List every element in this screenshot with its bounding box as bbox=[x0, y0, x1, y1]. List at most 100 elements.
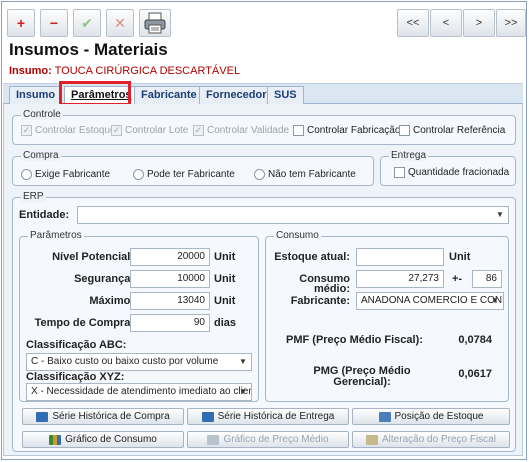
grafico-preco-medio-button[interactable]: Gráfico de Preço Médio bbox=[187, 431, 349, 448]
exige-fabricante-label: Exige Fabricante bbox=[35, 169, 111, 180]
add-button[interactable]: + bbox=[7, 9, 35, 37]
previous-record-button[interactable]: < bbox=[430, 9, 462, 37]
controlar-estoque-label: Controlar Estoque bbox=[35, 125, 116, 136]
insumo-info: Insumo: TOUCA CIRÚRGICA DESCARTÁVEL bbox=[9, 65, 240, 77]
erp-legend: ERP bbox=[21, 191, 46, 202]
posicao-estoque-button[interactable]: Posição de Estoque bbox=[352, 408, 510, 425]
chevron-down-icon: ▼ bbox=[239, 357, 247, 366]
next-icon: > bbox=[475, 17, 483, 29]
consumo-group: Consumo Estoque atual: Unit Consumo médi… bbox=[265, 230, 509, 402]
tab-sus[interactable]: SUS bbox=[267, 86, 304, 104]
maximo-unit: Unit bbox=[214, 295, 236, 307]
cancel-button[interactable]: ✕ bbox=[106, 9, 134, 37]
quantidade-fracionada-label: Quantidade fracionada bbox=[408, 167, 510, 178]
pode-ter-fabricante-label: Pode ter Fabricante bbox=[147, 169, 235, 180]
confirm-button[interactable]: ✔ bbox=[73, 9, 101, 37]
entrega-legend: Entrega bbox=[389, 150, 429, 161]
last-record-button[interactable]: >> bbox=[496, 9, 526, 37]
insumo-value: TOUCA CIRÚRGICA DESCARTÁVEL bbox=[54, 65, 241, 77]
estoque-atual-unit: Unit bbox=[449, 251, 471, 263]
classificacao-abc-value: C - Baixo custo ou baixo custo por volum… bbox=[31, 356, 219, 367]
check-icon: ✔ bbox=[81, 14, 93, 31]
print-button[interactable] bbox=[139, 9, 171, 37]
consumo-desvio-field[interactable]: 86 bbox=[472, 270, 502, 288]
entrega-group: Entrega Quantidade fracionada bbox=[380, 150, 516, 186]
maximo-label: Máximo: bbox=[89, 295, 134, 307]
alteracao-preco-fiscal-label: Alteração do Preço Fiscal bbox=[382, 434, 496, 445]
pode-ter-fabricante-radio[interactable]: Pode ter Fabricante bbox=[133, 169, 235, 180]
pmf-label: PMF (Preço Médio Fiscal): bbox=[286, 334, 423, 346]
classificacao-abc-label: Classificação ABC: bbox=[26, 339, 127, 351]
alteracao-preco-fiscal-button[interactable]: Alteração do Preço Fiscal bbox=[352, 431, 510, 448]
checkbox-checked-icon: ✓ bbox=[193, 125, 204, 136]
plus-icon: + bbox=[16, 15, 26, 31]
page-title: Insumos - Materiais bbox=[9, 40, 168, 59]
minus-icon: − bbox=[49, 15, 59, 31]
checkbox-icon bbox=[399, 125, 410, 136]
classificacao-abc-select[interactable]: C - Baixo custo ou baixo custo por volum… bbox=[26, 353, 252, 371]
serie-historica-compra-label: Série Histórica de Compra bbox=[52, 411, 170, 422]
tab-fornecedor[interactable]: Fornecedor bbox=[199, 86, 274, 104]
tab-parametros[interactable]: Parâmetros bbox=[64, 86, 139, 106]
controlar-fabricacao-checkbox[interactable]: Controlar Fabricação bbox=[293, 125, 400, 136]
close-icon: ✕ bbox=[114, 14, 126, 31]
entidade-select[interactable]: ▼ bbox=[77, 206, 509, 224]
radio-icon bbox=[133, 169, 144, 180]
nivel-potencial-unit: Unit bbox=[214, 251, 236, 263]
estoque-atual-field[interactable] bbox=[356, 248, 444, 266]
controlar-referencia-checkbox[interactable]: Controlar Referência bbox=[399, 125, 505, 136]
controlar-estoque-checkbox[interactable]: ✓ Controlar Estoque bbox=[21, 125, 116, 136]
compra-group: Compra Exige Fabricante Pode ter Fabrica… bbox=[12, 150, 374, 186]
tempo-compra-label: Tempo de Compra: bbox=[34, 317, 134, 329]
maximo-field[interactable]: 13040 bbox=[130, 292, 210, 310]
tempo-compra-field[interactable]: 90 bbox=[130, 314, 210, 332]
first-record-button[interactable]: << bbox=[397, 9, 429, 37]
serie-historica-entrega-button[interactable]: Série Histórica de Entrega bbox=[187, 408, 349, 425]
classificacao-xyz-select[interactable]: X - Necessidade de atendimento imediato … bbox=[26, 383, 252, 401]
chevron-down-icon: ▼ bbox=[496, 210, 504, 219]
tab-fabricante[interactable]: Fabricante bbox=[134, 86, 204, 104]
seguranca-field[interactable]: 10000 bbox=[130, 270, 210, 288]
insumo-label: Insumo: bbox=[9, 65, 52, 77]
tab-content: Controle ✓ Controlar Estoque ✓ Controlar L… bbox=[3, 104, 523, 456]
controlar-lote-label: Controlar Lote bbox=[125, 125, 189, 136]
serie-historica-compra-button[interactable]: Série Histórica de Compra bbox=[22, 408, 184, 425]
erp-group: ERP Entidade: ▼ Parâmetros Nível Potenci… bbox=[12, 191, 516, 452]
tab-bar: Insumo Parâmetros Fabricante Fornecedor … bbox=[3, 83, 523, 106]
next-record-button[interactable]: > bbox=[463, 9, 495, 37]
printer-icon bbox=[201, 411, 214, 422]
consumo-legend: Consumo bbox=[274, 230, 321, 241]
classificacao-xyz-label: Classificação XYZ: bbox=[26, 371, 125, 383]
classificacao-xyz-value: X - Necessidade de atendimento imediato … bbox=[31, 386, 252, 397]
controlar-validade-label: Controlar Validade bbox=[207, 125, 290, 136]
nivel-potencial-field[interactable]: 20000 bbox=[130, 248, 210, 266]
remove-button[interactable]: − bbox=[40, 9, 68, 37]
controlar-validade-checkbox[interactable]: ✓ Controlar Validade bbox=[193, 125, 289, 136]
tab-insumo[interactable]: Insumo bbox=[9, 86, 63, 104]
compra-legend: Compra bbox=[21, 150, 61, 161]
quantidade-fracionada-checkbox[interactable]: Quantidade fracionada bbox=[394, 167, 509, 178]
pmg-label-line2: Gerencial): bbox=[333, 376, 391, 388]
consumo-medio-label-line2: médio: bbox=[313, 283, 350, 295]
grafico-consumo-label: Gráfico de Consumo bbox=[65, 434, 157, 445]
tempo-compra-unit: dias bbox=[214, 317, 237, 329]
printer-icon bbox=[36, 411, 49, 422]
parametros-group: Parâmetros Nível Potencial: 20000 Unit S… bbox=[19, 230, 259, 402]
seguranca-label: Segurança: bbox=[74, 273, 134, 285]
last-icon: >> bbox=[504, 17, 518, 29]
grafico-consumo-button[interactable]: Gráfico de Consumo bbox=[22, 431, 184, 448]
radio-icon bbox=[21, 169, 32, 180]
pmf-value: 0,0784 bbox=[458, 334, 492, 346]
exige-fabricante-radio[interactable]: Exige Fabricante bbox=[21, 169, 110, 180]
controlar-lote-checkbox[interactable]: ✓ Controlar Lote bbox=[111, 125, 188, 136]
edit-icon bbox=[366, 434, 379, 445]
nao-tem-fabricante-radio[interactable]: Não tem Fabricante bbox=[254, 169, 356, 180]
parametros-legend: Parâmetros bbox=[28, 230, 84, 241]
printer-icon bbox=[144, 12, 166, 34]
entidade-label: Entidade: bbox=[19, 209, 70, 221]
fabricante-label: Fabricante: bbox=[290, 295, 350, 307]
chart-icon bbox=[207, 434, 220, 445]
fabricante-select[interactable]: ANADONA COMERCIO E CONFEC ▼ bbox=[356, 292, 504, 310]
controle-group: Controle ✓ Controlar Estoque ✓ Controlar L… bbox=[12, 109, 516, 145]
consumo-medio-field[interactable]: 27,273 bbox=[356, 270, 444, 288]
